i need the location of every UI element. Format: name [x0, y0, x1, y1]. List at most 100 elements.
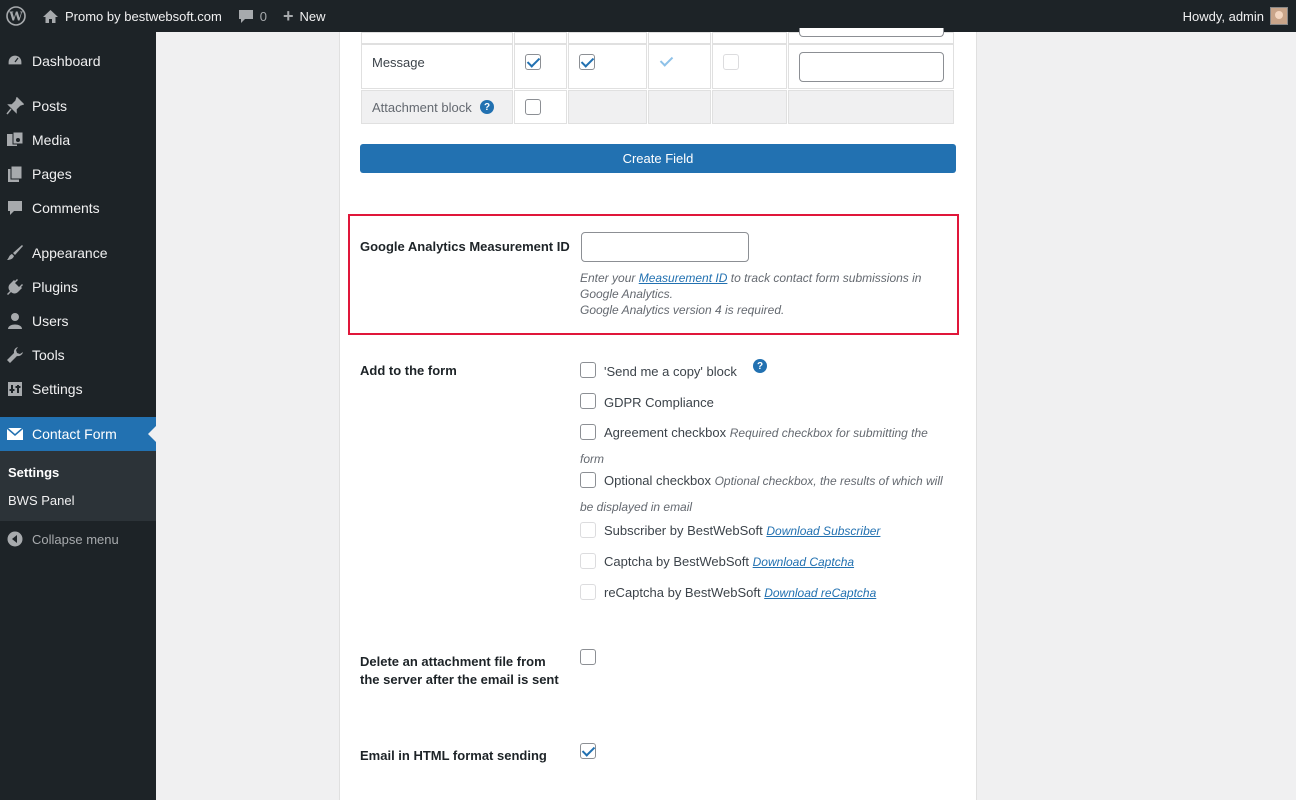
recaptcha-option: reCaptcha by BestWebSoft Download reCapt… — [604, 585, 876, 600]
sidebar-label: Plugins — [32, 279, 78, 295]
submenu-item-settings[interactable]: Settings — [8, 465, 59, 480]
agreement-label: Agreement checkbox — [604, 425, 727, 440]
table-cell — [568, 32, 647, 44]
collapse-label: Collapse menu — [32, 531, 119, 547]
table-cell — [648, 90, 711, 124]
pages-icon — [5, 164, 25, 184]
sidebar-item-pages[interactable]: Pages — [0, 157, 156, 191]
sidebar-label: Media — [32, 132, 71, 148]
download-recaptcha-link[interactable]: Download reCaptcha — [764, 586, 876, 600]
sidebar-item-comments[interactable]: Comments — [0, 191, 156, 225]
field-name-input-partial[interactable] — [799, 28, 944, 37]
sidebar-item-contact-form[interactable]: Contact Form — [0, 417, 156, 451]
plus-icon: + — [283, 5, 294, 26]
sidebar-label: Users — [32, 313, 69, 329]
wrench-icon — [5, 345, 25, 365]
submenu-item-bws-panel[interactable]: BWS Panel — [8, 493, 74, 508]
agreement-option: Agreement checkbox Required checkbox for… — [580, 420, 950, 472]
table-row: Message — [361, 44, 513, 89]
admin-bar: W Promo by bestwebsoft.com 0 + New Howdy… — [0, 0, 1296, 32]
new-label: New — [299, 8, 326, 24]
delete-attachment-label: Delete an attachment file from the serve… — [360, 654, 559, 687]
sidebar-item-dashboard[interactable]: Dashboard — [0, 44, 156, 78]
ga-description: Enter your Measurement ID to track conta… — [580, 270, 950, 318]
sidebar-label: Posts — [32, 98, 68, 114]
settings-icon — [5, 379, 25, 399]
site-name: Promo by bestwebsoft.com — [65, 8, 222, 24]
my-account-link[interactable]: Howdy, admin — [1183, 7, 1296, 25]
sidebar-label: Appearance — [32, 245, 108, 261]
ga-desc-prefix: Enter your — [580, 271, 639, 285]
new-content-link[interactable]: + New — [275, 0, 334, 32]
gdpr-label: GDPR Compliance — [604, 395, 714, 410]
sidebar-label: Tools — [32, 347, 65, 363]
captcha-option: Captcha by BestWebSoft Download Captcha — [604, 554, 854, 569]
sidebar-label: Comments — [32, 200, 100, 216]
comment-bubble-icon — [238, 9, 254, 24]
sidebar-item-tools[interactable]: Tools — [0, 338, 156, 372]
html-format-label: Email in HTML format sending — [360, 748, 547, 763]
media-icon — [5, 130, 25, 150]
delete-attachment-checkbox[interactable] — [580, 649, 596, 665]
download-captcha-link[interactable]: Download Captcha — [753, 555, 854, 569]
attachment-use-checkbox[interactable] — [525, 99, 541, 115]
ga-measurement-id-input[interactable] — [581, 232, 749, 262]
wp-logo-button[interactable]: W — [0, 0, 34, 32]
measurement-id-link[interactable]: Measurement ID — [639, 271, 728, 285]
collapse-menu-button[interactable]: Collapse menu — [0, 522, 156, 556]
avatar — [1270, 7, 1288, 25]
dashboard-icon — [5, 51, 25, 71]
html-format-checkbox[interactable] — [580, 743, 596, 759]
table-cell — [712, 32, 787, 44]
recaptcha-checkbox — [580, 584, 596, 600]
table-cell — [648, 32, 711, 44]
sidebar-item-appearance[interactable]: Appearance — [0, 236, 156, 270]
sidebar-label: Dashboard — [32, 53, 101, 69]
optional-option: Optional checkbox Optional checkbox, the… — [580, 468, 950, 520]
ga-measurement-label: Google Analytics Measurement ID — [360, 239, 570, 254]
send-copy-label: 'Send me a copy' block — [604, 364, 737, 379]
create-field-button[interactable]: Create Field — [360, 144, 956, 173]
admin-sidebar: Dashboard Posts Media Pages Comments App… — [0, 32, 156, 800]
contact-form-submenu: Settings BWS Panel — [0, 451, 156, 521]
message-default-value-input[interactable] — [799, 52, 944, 82]
message-visible-checkbox — [659, 54, 675, 70]
sidebar-item-media[interactable]: Media — [0, 123, 156, 157]
sidebar-label: Pages — [32, 166, 72, 182]
recaptcha-label: reCaptcha by BestWebSoft — [604, 585, 761, 600]
table-cell — [712, 90, 787, 124]
add-to-form-label: Add to the form — [360, 363, 457, 378]
user-icon — [5, 311, 25, 331]
optional-label: Optional checkbox — [604, 473, 711, 488]
sidebar-item-users[interactable]: Users — [0, 304, 156, 338]
message-use-checkbox[interactable] — [525, 54, 541, 70]
wordpress-icon: W — [6, 6, 26, 26]
greeting: Howdy, admin — [1182, 8, 1264, 24]
sidebar-label: Contact Form — [32, 426, 117, 442]
comments-icon — [5, 198, 25, 218]
subscriber-checkbox — [580, 522, 596, 538]
table-cell — [788, 90, 954, 124]
help-icon[interactable]: ? — [753, 359, 767, 373]
sidebar-label: Settings — [32, 381, 83, 397]
collapse-arrow-icon — [5, 529, 25, 549]
message-required-checkbox[interactable] — [579, 54, 595, 70]
sidebar-item-plugins[interactable]: Plugins — [0, 270, 156, 304]
sidebar-item-settings[interactable]: Settings — [0, 372, 156, 406]
help-icon[interactable]: ? — [480, 100, 494, 114]
plugin-icon — [5, 277, 25, 297]
table-cell — [514, 32, 567, 44]
pin-icon — [5, 96, 25, 116]
comments-count: 0 — [259, 8, 268, 24]
ga-desc-line2: Google Analytics version 4 is required. — [580, 303, 785, 317]
brush-icon — [5, 243, 25, 263]
captcha-checkbox — [580, 553, 596, 569]
site-name-link[interactable]: Promo by bestwebsoft.com — [34, 0, 230, 32]
download-subscriber-link[interactable]: Download Subscriber — [766, 524, 880, 538]
send-copy-checkbox[interactable] — [580, 362, 596, 378]
sidebar-item-posts[interactable]: Posts — [0, 89, 156, 123]
envelope-icon — [5, 424, 25, 444]
comments-link[interactable]: 0 — [230, 0, 275, 32]
subscriber-label: Subscriber by BestWebSoft — [604, 523, 763, 538]
gdpr-checkbox[interactable] — [580, 393, 596, 409]
